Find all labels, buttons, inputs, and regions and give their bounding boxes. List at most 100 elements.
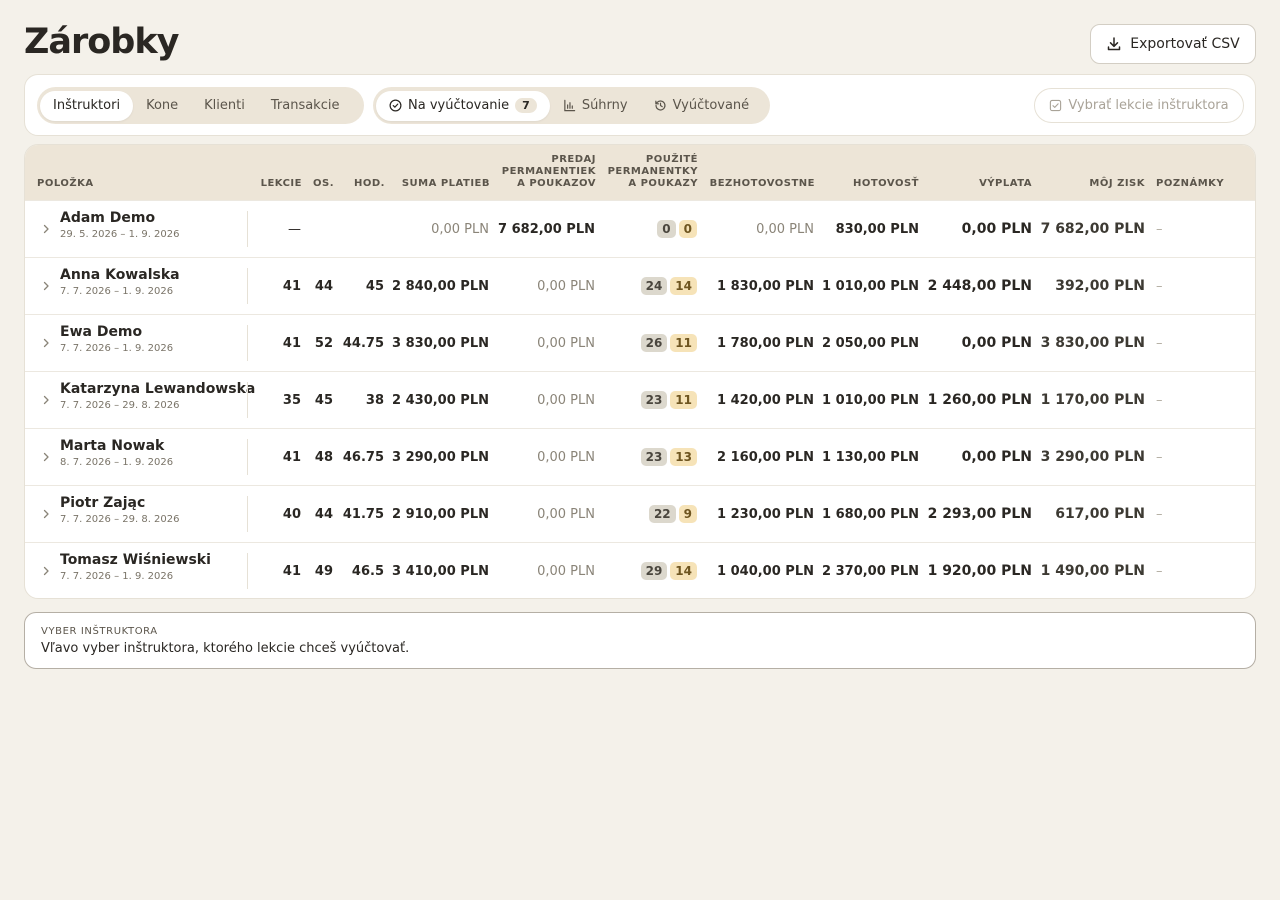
passes-used-cell: 23 11: [595, 372, 697, 428]
expand-chevron-icon[interactable]: [39, 372, 53, 428]
lessons-value: 35: [282, 392, 301, 408]
notes-value: –: [1156, 335, 1163, 351]
col-my-profit: MÔJ ZISK: [1089, 178, 1145, 189]
page-title: Zárobky: [24, 22, 179, 62]
cell-divider: [247, 325, 248, 361]
earnings-table: POLOŽKA LEKCIE OS. HOD. SUMA PLATIEB PRE…: [24, 144, 1256, 599]
cash-value: 830,00 PLN: [835, 221, 919, 237]
tab-settled[interactable]: Vyúčtované: [641, 91, 763, 121]
cash-value: 1 010,00 PLN: [822, 392, 919, 408]
table-row[interactable]: Piotr Zając 7. 7. 2026 – 29. 8. 2026 40 44 4…: [25, 485, 1255, 542]
select-instructor-lessons-button[interactable]: Vybrať lekcie inštruktora: [1034, 88, 1244, 123]
profit-value: 1 490,00 PLN: [1040, 563, 1145, 579]
table-row[interactable]: Marta Nowak 8. 7. 2026 – 1. 9. 2026 41 48 46…: [25, 428, 1255, 485]
instructor-name: Ewa Demo: [60, 324, 143, 340]
tab-summaries-label: Súhrny: [581, 98, 628, 113]
hours-value: [333, 201, 384, 257]
select-instructor-lessons-label: Vybrať lekcie inštruktora: [1068, 98, 1229, 113]
expand-chevron-icon[interactable]: [39, 258, 53, 314]
persons-value: 45: [314, 392, 333, 408]
cashless-value: 1 230,00 PLN: [717, 506, 814, 522]
cash-value: 1 130,00 PLN: [822, 449, 919, 465]
table-row[interactable]: Ewa Demo 7. 7. 2026 – 1. 9. 2026 41 52 44.75…: [25, 314, 1255, 371]
payments-sum-value: 2 910,00 PLN: [392, 506, 489, 522]
tab-clients[interactable]: Klienti: [191, 91, 258, 121]
col-cashless: BEZHOTOVOSTNE: [709, 178, 815, 189]
tab-transactions[interactable]: Transakcie: [258, 91, 353, 121]
cell-divider: [247, 211, 248, 247]
expand-chevron-icon[interactable]: [39, 429, 53, 485]
download-icon: [1106, 36, 1122, 52]
col-passes-sold: PREDAJ PERMANENTIEK A POUKAZOV: [501, 154, 596, 189]
payout-value: 0,00 PLN: [961, 449, 1032, 465]
notes-value: –: [1156, 221, 1163, 237]
profit-value: 3 830,00 PLN: [1040, 335, 1145, 351]
col-hours: HOD.: [354, 178, 385, 189]
used-vouchers-pill: 13: [670, 448, 697, 466]
passes-sold-value: 0,00 PLN: [537, 392, 595, 408]
profit-value: 617,00 PLN: [1055, 506, 1145, 522]
passes-used-cell: 29 14: [595, 543, 697, 598]
payments-sum-value: 3 290,00 PLN: [392, 449, 489, 465]
tab-to-settle[interactable]: Na vyúčtovanie 7: [376, 90, 550, 121]
instructor-cell: Katarzyna Lewandowska 7. 7. 2026 – 29. 8.…: [60, 381, 255, 411]
cell-divider: [247, 439, 248, 475]
col-cash: HOTOVOSŤ: [852, 178, 919, 189]
persons-value: [301, 201, 333, 257]
passes-used-cell: 00: [595, 201, 697, 257]
tab-horses[interactable]: Kone: [133, 91, 191, 121]
persons-value: 49: [314, 563, 333, 579]
instructor-cell: Marta Nowak 8. 7. 2026 – 1. 9. 2026: [60, 438, 173, 468]
passes-sold-value: 0,00 PLN: [537, 563, 595, 579]
hours-value: 46.75: [342, 449, 384, 465]
notes-value: –: [1156, 563, 1163, 579]
tab-instructors[interactable]: Inštruktori: [40, 90, 134, 121]
cashless-value: 1 040,00 PLN: [717, 563, 814, 579]
col-passes-used: POUŽITÉ PERMANENTKY A POUKAZY: [607, 154, 698, 189]
passes-sold-value: 7 682,00 PLN: [498, 221, 595, 237]
lessons-value: —: [288, 221, 301, 237]
col-payout: VÝPLATA: [979, 178, 1032, 189]
instructor-name: Adam Demo: [60, 210, 156, 226]
table-row[interactable]: Katarzyna Lewandowska 7. 7. 2026 – 29. 8.…: [25, 371, 1255, 428]
cash-value: 2 050,00 PLN: [822, 335, 919, 351]
instructor-cell: Anna Kowalska 7. 7. 2026 – 1. 9. 2026: [60, 267, 180, 297]
payout-value: 1 260,00 PLN: [927, 392, 1032, 408]
profit-value: 7 682,00 PLN: [1040, 221, 1145, 237]
table-row[interactable]: Anna Kowalska 7. 7. 2026 – 1. 9. 2026 41 44…: [25, 257, 1255, 314]
tab-summaries[interactable]: Súhrny: [550, 91, 641, 121]
expand-chevron-icon[interactable]: [39, 201, 53, 257]
payments-sum-value: 3 410,00 PLN: [392, 563, 489, 579]
cell-divider: [247, 382, 248, 418]
payments-sum-value: 2 430,00 PLN: [392, 392, 489, 408]
payout-value: 0,00 PLN: [961, 335, 1032, 351]
notes-value: –: [1156, 278, 1163, 294]
profit-value: 392,00 PLN: [1055, 278, 1145, 294]
used-passes-pill: 26: [640, 334, 668, 352]
passes-sold-value: 0,00 PLN: [537, 506, 595, 522]
expand-chevron-icon[interactable]: [39, 486, 53, 542]
hours-value: 46.5: [351, 563, 384, 579]
table-row[interactable]: Adam Demo 29. 5. 2026 – 1. 9. 2026 — 0,00 P…: [25, 200, 1255, 257]
instructor-cell: Adam Demo 29. 5. 2026 – 1. 9. 2026: [60, 210, 180, 240]
checkbox-icon: [1049, 99, 1062, 112]
hours-value: 44.75: [342, 335, 384, 351]
cell-divider: [247, 553, 248, 589]
export-csv-button[interactable]: Exportovať CSV: [1090, 24, 1256, 64]
table-row[interactable]: Tomasz Wiśniewski 7. 7. 2026 – 1. 9. 2026…: [25, 542, 1255, 598]
instructor-name: Katarzyna Lewandowska: [60, 381, 256, 397]
hours-value: 41.75: [342, 506, 384, 522]
tab-settled-label: Vyúčtované: [672, 98, 750, 113]
notes-value: –: [1156, 392, 1163, 408]
passes-sold-value: 0,00 PLN: [537, 278, 595, 294]
info-text: Vľavo vyber inštruktora, ktorého lekcie …: [41, 641, 410, 656]
expand-chevron-icon[interactable]: [39, 315, 53, 371]
lessons-value: 41: [282, 335, 301, 351]
used-vouchers-pill: 14: [670, 277, 697, 295]
used-passes-pill: 22: [648, 505, 676, 523]
passes-used-cell: 22 9: [595, 486, 697, 542]
payments-sum-value: 2 840,00 PLN: [392, 278, 489, 294]
instructor-dates: 7. 7. 2026 – 29. 8. 2026: [60, 514, 180, 525]
cashless-value: 0,00 PLN: [756, 221, 814, 237]
expand-chevron-icon[interactable]: [39, 543, 53, 598]
